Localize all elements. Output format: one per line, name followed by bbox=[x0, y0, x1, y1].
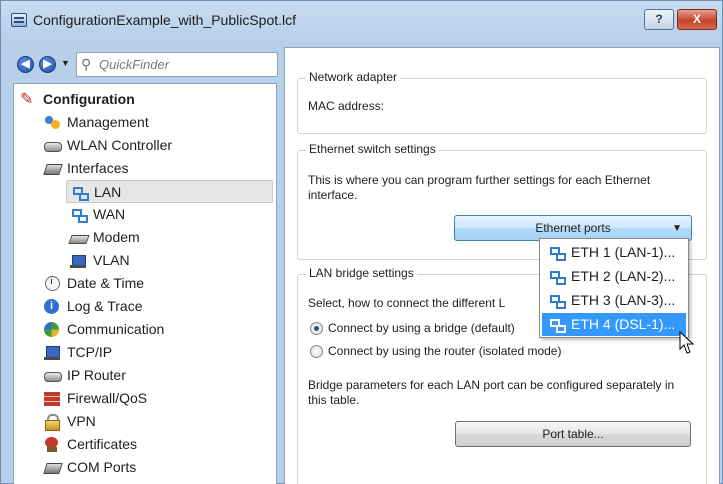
mouse-cursor-icon bbox=[679, 331, 695, 354]
configuration-icon bbox=[20, 88, 37, 111]
network-icon bbox=[548, 269, 566, 285]
tree-item-label: IP Router bbox=[67, 367, 126, 383]
network-icon bbox=[71, 185, 89, 201]
vlan-icon bbox=[70, 253, 87, 268]
tree-item-date-time[interactable]: Date & Time bbox=[44, 272, 144, 295]
menu-item-label: ETH 4 (DSL-1)... bbox=[571, 316, 676, 332]
communication-icon bbox=[44, 322, 61, 337]
network-icon bbox=[548, 293, 566, 309]
interfaces-icon bbox=[44, 161, 61, 176]
tree-item-label: LAN bbox=[94, 184, 122, 200]
tree-item-label: Log & Trace bbox=[67, 298, 143, 314]
menu-item-eth2[interactable]: ETH 2 (LAN-2)... bbox=[542, 265, 686, 288]
firewall-icon bbox=[44, 391, 61, 406]
tree-item-label: Interfaces bbox=[67, 160, 129, 176]
network-icon bbox=[548, 317, 566, 333]
group-title: Ethernet switch settings bbox=[306, 142, 439, 156]
port-table-button[interactable]: Port table... bbox=[455, 421, 691, 447]
clock-icon bbox=[44, 276, 61, 291]
tree-item-label: COM Ports bbox=[67, 459, 137, 475]
tree-item-ip-router[interactable]: IP Router bbox=[44, 364, 126, 387]
menu-item-eth1[interactable]: ETH 1 (LAN-1)... bbox=[542, 241, 686, 264]
tree-item-label: VLAN bbox=[93, 252, 130, 268]
tree-item-com-ports[interactable]: COM Ports bbox=[44, 456, 136, 479]
main-window: ConfigurationExample_with_PublicSpot.lcf… bbox=[0, 0, 723, 484]
tree-item-label: Firewall/QoS bbox=[67, 390, 148, 406]
tree-item-label: VPN bbox=[67, 413, 96, 429]
tree-item-communication[interactable]: Communication bbox=[44, 318, 164, 341]
network-icon bbox=[548, 245, 566, 261]
tree-item-label: Management bbox=[67, 114, 149, 130]
tree-item-log-trace[interactable]: Log & Trace bbox=[44, 295, 143, 318]
tree-item-label: Modem bbox=[93, 229, 140, 245]
com-port-icon bbox=[44, 460, 61, 475]
back-arrow-icon[interactable]: ◀ bbox=[17, 56, 34, 73]
menu-item-eth3[interactable]: ETH 3 (LAN-3)... bbox=[542, 289, 686, 312]
tree-item-label: Communication bbox=[67, 321, 165, 337]
router-icon bbox=[44, 368, 62, 383]
group-title: Network adapter bbox=[306, 70, 401, 84]
tree-item-wlan-controller[interactable]: WLAN Controller bbox=[44, 134, 172, 157]
certificate-icon bbox=[44, 437, 61, 452]
menu-item-label: ETH 3 (LAN-3)... bbox=[571, 292, 676, 308]
group-title: LAN bridge settings bbox=[306, 266, 417, 280]
radio-label: Connect by using a bridge (default) bbox=[328, 321, 515, 335]
tree-item-label: WLAN Controller bbox=[67, 137, 173, 153]
tree-item-vpn[interactable]: VPN bbox=[44, 410, 96, 433]
ethernet-switch-description: This is where you can program further se… bbox=[308, 173, 651, 202]
network-adapter-group: Network adapter MAC address: bbox=[297, 70, 707, 134]
management-icon bbox=[44, 115, 61, 130]
menu-item-label: ETH 2 (LAN-2)... bbox=[571, 268, 676, 284]
window-title: ConfigurationExample_with_PublicSpot.lcf bbox=[33, 12, 297, 28]
forward-arrow-icon[interactable]: ▶ bbox=[39, 56, 56, 73]
tree-item-lan[interactable]: LAN bbox=[66, 180, 273, 203]
router-icon bbox=[44, 138, 62, 153]
info-icon bbox=[44, 299, 61, 314]
navigation-bar: ◀ ▶ ▼ ⚲ QuickFinder bbox=[9, 47, 281, 81]
app-icon bbox=[11, 13, 27, 27]
tree-item-label: Date & Time bbox=[67, 275, 145, 291]
network-icon bbox=[70, 207, 88, 223]
help-button[interactable]: ? bbox=[644, 9, 674, 30]
radio-button-checked[interactable] bbox=[310, 322, 323, 335]
tree-item-configuration[interactable]: Configuration bbox=[20, 88, 135, 111]
history-dropdown-icon[interactable]: ▼ bbox=[61, 58, 70, 68]
tree-item-interfaces[interactable]: Interfaces bbox=[44, 157, 128, 180]
tree-item-label: Configuration bbox=[43, 91, 135, 107]
radio-router[interactable]: Connect by using the router (isolated mo… bbox=[310, 344, 561, 359]
lock-icon bbox=[44, 414, 61, 431]
radio-button[interactable] bbox=[310, 345, 323, 358]
radio-bridge[interactable]: Connect by using a bridge (default) bbox=[310, 321, 515, 336]
tree-item-management[interactable]: Management bbox=[44, 111, 149, 134]
modem-icon bbox=[70, 230, 87, 245]
tree-item-label: Certificates bbox=[67, 436, 138, 452]
mac-address-label: MAC address: bbox=[308, 99, 385, 113]
search-icon: ⚲ bbox=[81, 56, 92, 72]
quickfinder-placeholder: QuickFinder bbox=[99, 57, 170, 72]
left-panel: ◀ ▶ ▼ ⚲ QuickFinder Configuration Manage… bbox=[9, 47, 281, 484]
tree-item-firewall-qos[interactable]: Firewall/QoS bbox=[44, 387, 147, 410]
tree-item-label: WAN bbox=[93, 206, 126, 222]
close-button[interactable]: X bbox=[677, 9, 717, 30]
quickfinder-input[interactable]: ⚲ QuickFinder bbox=[76, 52, 278, 77]
tree-item-certificates[interactable]: Certificates bbox=[44, 433, 137, 456]
menu-item-eth4[interactable]: ETH 4 (DSL-1)... bbox=[542, 313, 686, 336]
tree-item-label: TCP/IP bbox=[67, 344, 113, 360]
title-bar: ConfigurationExample_with_PublicSpot.lcf… bbox=[1, 1, 722, 39]
configuration-tree: Configuration Management WLAN Controller… bbox=[13, 83, 277, 484]
tree-item-wan[interactable]: WAN bbox=[70, 203, 125, 226]
tree-item-vlan[interactable]: VLAN bbox=[70, 249, 130, 272]
bridge-parameters-text: Bridge parameters for each LAN port can … bbox=[308, 378, 675, 407]
ethernet-ports-menu: ETH 1 (LAN-1)... ETH 2 (LAN-2)... ETH 3 … bbox=[539, 238, 689, 338]
lan-bridge-description: Select, how to connect the different L bbox=[308, 296, 506, 310]
menu-item-label: ETH 1 (LAN-1)... bbox=[571, 244, 676, 260]
button-label: Ethernet ports bbox=[535, 221, 611, 235]
tcpip-icon bbox=[44, 345, 61, 360]
tree-item-modem[interactable]: Modem bbox=[70, 226, 140, 249]
tree-item-tcpip[interactable]: TCP/IP bbox=[44, 341, 112, 364]
radio-label: Connect by using the router (isolated mo… bbox=[328, 344, 562, 358]
